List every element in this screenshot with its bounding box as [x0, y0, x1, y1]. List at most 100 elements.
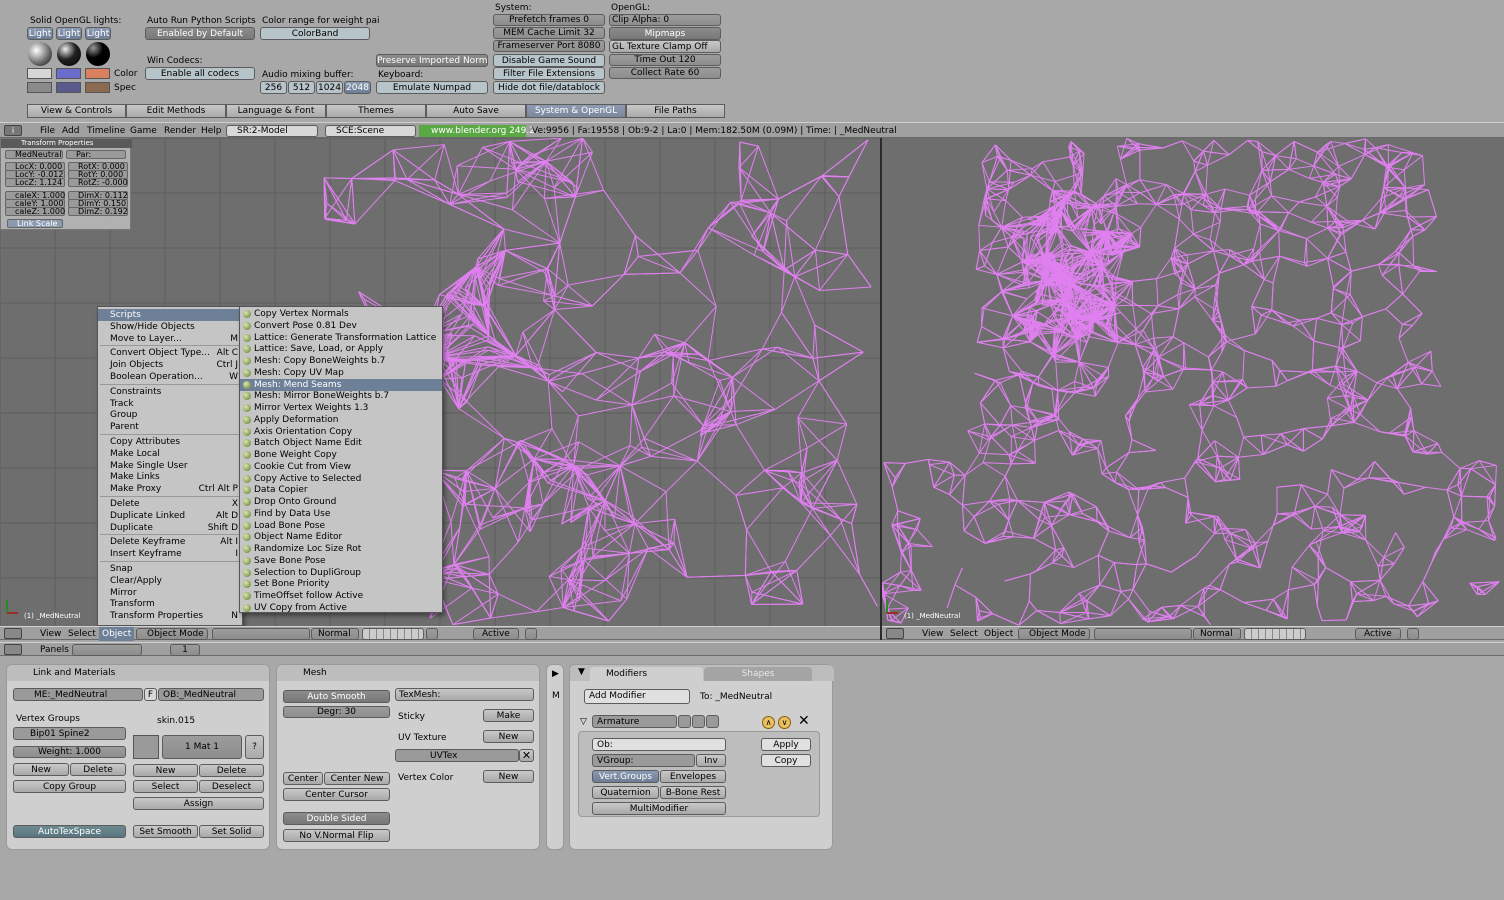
link-materials-title[interactable]: Link and Materials [7, 665, 269, 681]
set-smooth-button[interactable]: Set Smooth [133, 825, 198, 838]
locz-field[interactable]: LocZ: 1.124 [5, 178, 65, 187]
material-color-swatch[interactable] [133, 735, 159, 759]
modifier-cage-icon[interactable] [706, 715, 719, 728]
disable-sound-button[interactable]: Disable Game Sound [493, 54, 605, 67]
no-vnormal-flip-toggle[interactable]: No V.Normal Flip [283, 829, 390, 842]
light-1-spec-swatch[interactable] [27, 82, 52, 93]
editor-type-buttons-icon[interactable] [4, 644, 22, 655]
script-menu-item[interactable]: TimeOffset follow Active [240, 590, 442, 602]
menu-game[interactable]: Game [130, 126, 157, 136]
object-menu-item[interactable]: Delete X [98, 498, 242, 510]
script-menu-item[interactable]: UV Copy from Active [240, 602, 442, 614]
menu-render[interactable]: Render [164, 126, 196, 136]
menu-view-right[interactable]: View [922, 629, 943, 639]
pivot-select[interactable]: Active [473, 628, 519, 640]
light-3-toggle[interactable]: Light [85, 27, 111, 40]
object-menu-item[interactable]: Track [98, 398, 242, 410]
script-menu-item[interactable]: Data Copier [240, 484, 442, 496]
preserve-normals-button[interactable]: Preserve Imported Normal [376, 54, 488, 67]
material-select-button[interactable]: Select [133, 780, 198, 793]
object-datablock-field[interactable]: OB:_MedNeutral [158, 688, 264, 701]
script-menu-item[interactable]: Set Bone Priority [240, 578, 442, 590]
viewport-divider[interactable] [880, 138, 882, 640]
fake-user-toggle[interactable]: F [144, 688, 157, 701]
audio-2048[interactable]: 2048 [344, 81, 371, 94]
script-menu-item[interactable]: Mirror Vertex Weights 1.3 [240, 402, 442, 414]
lock-icon[interactable] [426, 628, 438, 640]
light-3-color-swatch[interactable] [85, 68, 110, 79]
colorband-button[interactable]: ColorBand [260, 27, 370, 40]
parent-field[interactable]: Par: [66, 150, 126, 159]
uv-texture-new-button[interactable]: New [483, 730, 534, 743]
shading-select[interactable]: Normal [311, 628, 359, 640]
tab-edit-methods[interactable]: Edit Methods [126, 104, 226, 118]
menu-object[interactable]: Object [99, 627, 135, 641]
modifier-editmode-icon[interactable] [692, 715, 705, 728]
editor-type-3d-icon[interactable] [4, 628, 22, 639]
script-menu-item[interactable]: Save Bone Pose [240, 555, 442, 567]
object-menu-item[interactable]: Parent [98, 421, 242, 433]
audio-256[interactable]: 256 [260, 81, 287, 94]
layer-buttons[interactable] [362, 628, 424, 640]
modifier-apply-button[interactable]: Apply [761, 738, 811, 751]
menu-file[interactable]: File [40, 126, 55, 136]
context-icons[interactable] [72, 644, 142, 656]
object-menu-item[interactable]: Make Single User [98, 460, 242, 472]
rotz-field[interactable]: RotZ: -0.000 [68, 178, 128, 187]
tab-modifiers[interactable]: Modifiers [590, 667, 703, 681]
script-menu-item[interactable]: Load Bone Pose [240, 520, 442, 532]
shading-select-right[interactable]: Normal [1193, 628, 1241, 640]
quaternion-toggle[interactable]: Quaternion [592, 786, 659, 799]
envelopes-toggle[interactable]: Envelopes [660, 770, 726, 783]
script-menu-item[interactable]: Lattice: Generate Transformation Lattice [240, 332, 442, 344]
script-menu-item[interactable]: Randomize Loc Size Rot [240, 543, 442, 555]
object-menu-item[interactable]: Make Links [98, 471, 242, 483]
timeout-field[interactable]: Time Out 120 [609, 54, 721, 66]
object-menu-item[interactable]: Mirror [98, 587, 242, 599]
light-1-sphere-icon[interactable] [28, 42, 52, 66]
mode-select-right[interactable]: Object Mode [1018, 628, 1090, 640]
script-menu-item[interactable]: Copy Vertex Normals [240, 308, 442, 320]
script-menu-item[interactable]: Batch Object Name Edit [240, 437, 442, 449]
object-menu-item[interactable]: Clear/Apply [98, 575, 242, 587]
vgroup-new-button[interactable]: New [13, 763, 69, 776]
object-menu-item[interactable]: Make Local [98, 448, 242, 460]
object-menu-item[interactable]: Transform [98, 598, 242, 610]
render-icon[interactable] [525, 628, 537, 640]
object-menu-item[interactable]: Copy Attributes [98, 436, 242, 448]
frame-field[interactable]: 1 [170, 644, 200, 656]
vert-groups-toggle[interactable]: Vert.Groups [592, 770, 659, 783]
panels-menu[interactable]: Panels [40, 645, 69, 655]
prefetch-field[interactable]: Prefetch frames 0 [493, 14, 605, 26]
object-menu-item[interactable]: Show/Hide Objects [98, 321, 242, 333]
auto-smooth-toggle[interactable]: Auto Smooth [283, 690, 390, 703]
tab-file-paths[interactable]: File Paths [626, 104, 725, 118]
tab-shapes[interactable]: Shapes [704, 667, 812, 681]
dimz-field[interactable]: DimZ: 0.192 [68, 207, 128, 216]
modifier-move-down-icon[interactable]: ∨ [778, 716, 791, 729]
add-modifier-select[interactable]: Add Modifier [584, 689, 690, 704]
collect-rate-field[interactable]: Collect Rate 60 [609, 67, 721, 79]
script-menu-item[interactable]: Cookie Cut from View [240, 461, 442, 473]
menu-help[interactable]: Help [201, 126, 222, 136]
armature-object-field[interactable]: Ob: [592, 738, 726, 751]
menu-add[interactable]: Add [62, 126, 79, 136]
menu-select[interactable]: Select [68, 629, 96, 639]
script-menu-item[interactable]: Mesh: Mend Seams [240, 378, 442, 391]
object-menu-item[interactable]: Join Objects Ctrl J [98, 359, 242, 371]
script-menu-item[interactable]: Bone Weight Copy [240, 449, 442, 461]
light-2-toggle[interactable]: Light [56, 27, 82, 40]
light-3-spec-swatch[interactable] [85, 82, 110, 93]
mem-cache-field[interactable]: MEM Cache Limit 32 [493, 27, 605, 39]
script-menu-item[interactable]: Mesh: Mirror BoneWeights b.7 [240, 390, 442, 402]
menu-view[interactable]: View [40, 629, 61, 639]
center-cursor-button[interactable]: Center Cursor [283, 788, 390, 801]
draw-type-icons[interactable] [212, 628, 310, 640]
object-menu-item[interactable]: Group [98, 409, 242, 421]
tab-themes[interactable]: Themes [326, 104, 426, 118]
object-menu-item[interactable]: Constraints [98, 386, 242, 398]
script-menu-item[interactable]: Find by Data Use [240, 508, 442, 520]
side-arrow-icon[interactable]: ▶ [552, 669, 559, 679]
clip-alpha-slider[interactable]: Clip Alpha: 0 [609, 14, 721, 26]
degr-field[interactable]: Degr: 30 [283, 706, 390, 718]
